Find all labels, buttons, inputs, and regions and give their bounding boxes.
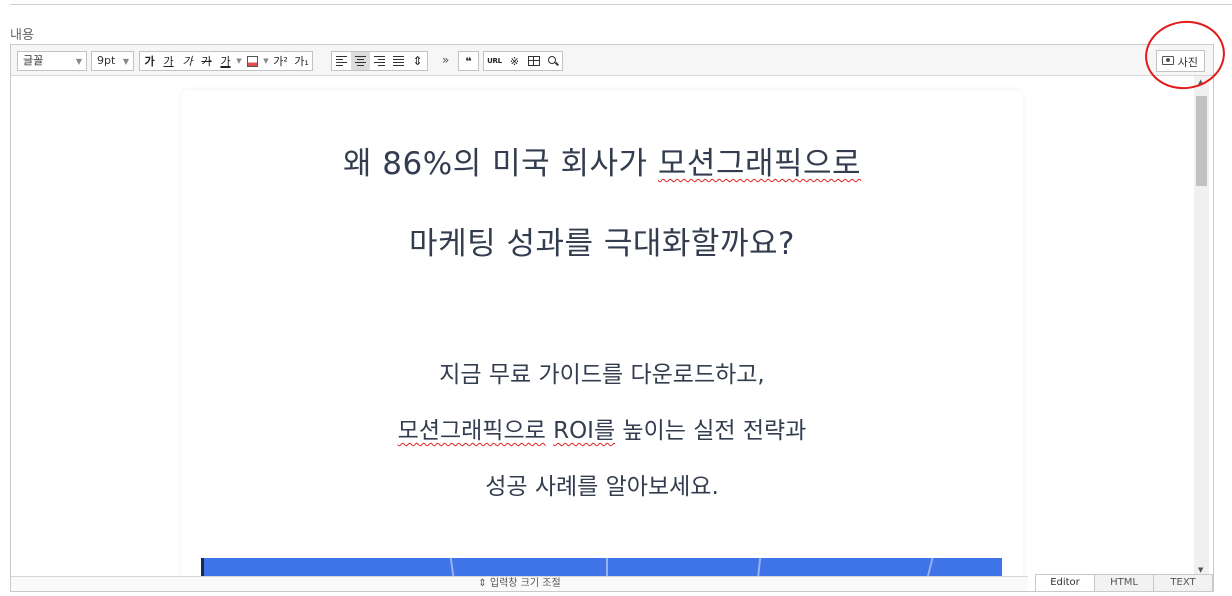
tab-html[interactable]: HTML [1094,574,1154,591]
chevron-down-icon[interactable]: ▼ [262,52,270,70]
superscript-button[interactable]: 가² [270,52,291,70]
insert-group: URL ※ [483,51,563,71]
content-card: 왜 86%의 미국 회사가 모션그래픽으로 마케팅 성과를 극대화할까요? 지금… [181,90,1023,576]
align-right-icon [374,55,385,67]
body-line-1: 지금 무료 가이드를 다운로드하고, [439,362,765,388]
body-line-3: 성공 사례를 알아보세요. [485,474,719,500]
text-style-group: 가 가 가 가 가 ▼ ▼ 가² 가₁ [139,51,313,71]
highlighter-icon [247,55,258,67]
align-justify-icon [393,55,404,67]
field-label: 내용 [10,28,34,43]
align-left-button[interactable] [332,52,351,70]
align-group: ⇕ [331,51,428,71]
body-text [546,418,553,444]
insert-link-button[interactable]: URL [484,52,505,70]
search-icon [547,56,559,66]
subscript-button[interactable]: 가₁ [291,52,312,70]
font-select[interactable]: 글꼴 ▼ [17,51,87,71]
chevron-down-icon[interactable]: ▼ [235,52,243,70]
tab-text[interactable]: TEXT [1153,574,1213,591]
scroll-down-arrow-icon[interactable]: ▼ [1198,566,1203,574]
underline-button[interactable]: 가 [159,52,178,70]
text-color-button[interactable]: 가 [216,52,235,70]
insert-table-button[interactable] [524,52,543,70]
headline-line-1: 왜 86%의 미국 회사가 모션그래픽으로 [181,138,1023,183]
spellcheck-word: ROI를 [553,418,616,444]
line-height-button[interactable]: ⇕ [408,52,427,70]
tab-editor[interactable]: Editor [1035,574,1095,591]
more-tools-icon[interactable]: » [442,53,449,67]
chevron-down-icon: ▼ [75,57,82,66]
headline-line-2: 마케팅 성과를 극대화할까요? [409,226,795,262]
spellcheck-word: 모션그래픽으로 [397,418,546,444]
chevron-down-icon: ▼ [122,57,129,66]
blockquote-button[interactable]: ❝ [459,52,478,70]
body-line-2: 모션그래픽으로 ROI를 높이는 실전 전략과 [181,411,1023,445]
rich-text-editor: 글꼴 ▼ 9pt ▼ 가 가 가 가 가 ▼ ▼ 가² 가₁ ⇕ » ❝ URL… [10,44,1214,592]
table-icon [527,56,540,66]
find-button[interactable] [543,52,562,70]
vertical-scrollbar[interactable]: ▲ ▼ [1194,76,1209,576]
font-select-value: 글꼴 [23,54,44,67]
editor-toolbar: 글꼴 ▼ 9pt ▼ 가 가 가 가 가 ▼ ▼ 가² 가₁ ⇕ » ❝ URL… [11,45,1213,76]
line-height-icon: ⇕ [412,54,423,68]
special-char-button[interactable]: ※ [505,52,524,70]
headline-text: 왜 86%의 미국 회사가 [342,146,658,182]
editor-content[interactable]: 왜 86%의 미국 회사가 모션그래픽으로 마케팅 성과를 극대화할까요? 지금… [11,76,1194,576]
align-center-icon [355,55,366,67]
align-justify-button[interactable] [389,52,408,70]
banner-image [201,558,1002,576]
align-right-button[interactable] [370,52,389,70]
top-divider [10,4,1232,5]
size-select-value: 9pt [97,54,116,67]
spellcheck-word: 모션그래픽으로 [657,146,862,182]
align-center-button[interactable] [351,52,370,70]
mode-tabs: Editor HTML TEXT [1035,574,1213,591]
scrollbar-thumb[interactable] [1196,96,1207,186]
quote-group: ❝ [458,51,479,71]
italic-button[interactable]: 가 [178,52,197,70]
size-select[interactable]: 9pt ▼ [91,51,134,71]
align-left-icon [336,55,347,67]
body-text: 높이는 실전 전략과 [615,418,807,444]
highlight-color-button[interactable] [243,52,262,70]
strikethrough-button[interactable]: 가 [197,52,216,70]
bold-button[interactable]: 가 [140,52,159,70]
resize-handle[interactable]: ⇕ 입력창 크기 조절 [11,576,1028,591]
